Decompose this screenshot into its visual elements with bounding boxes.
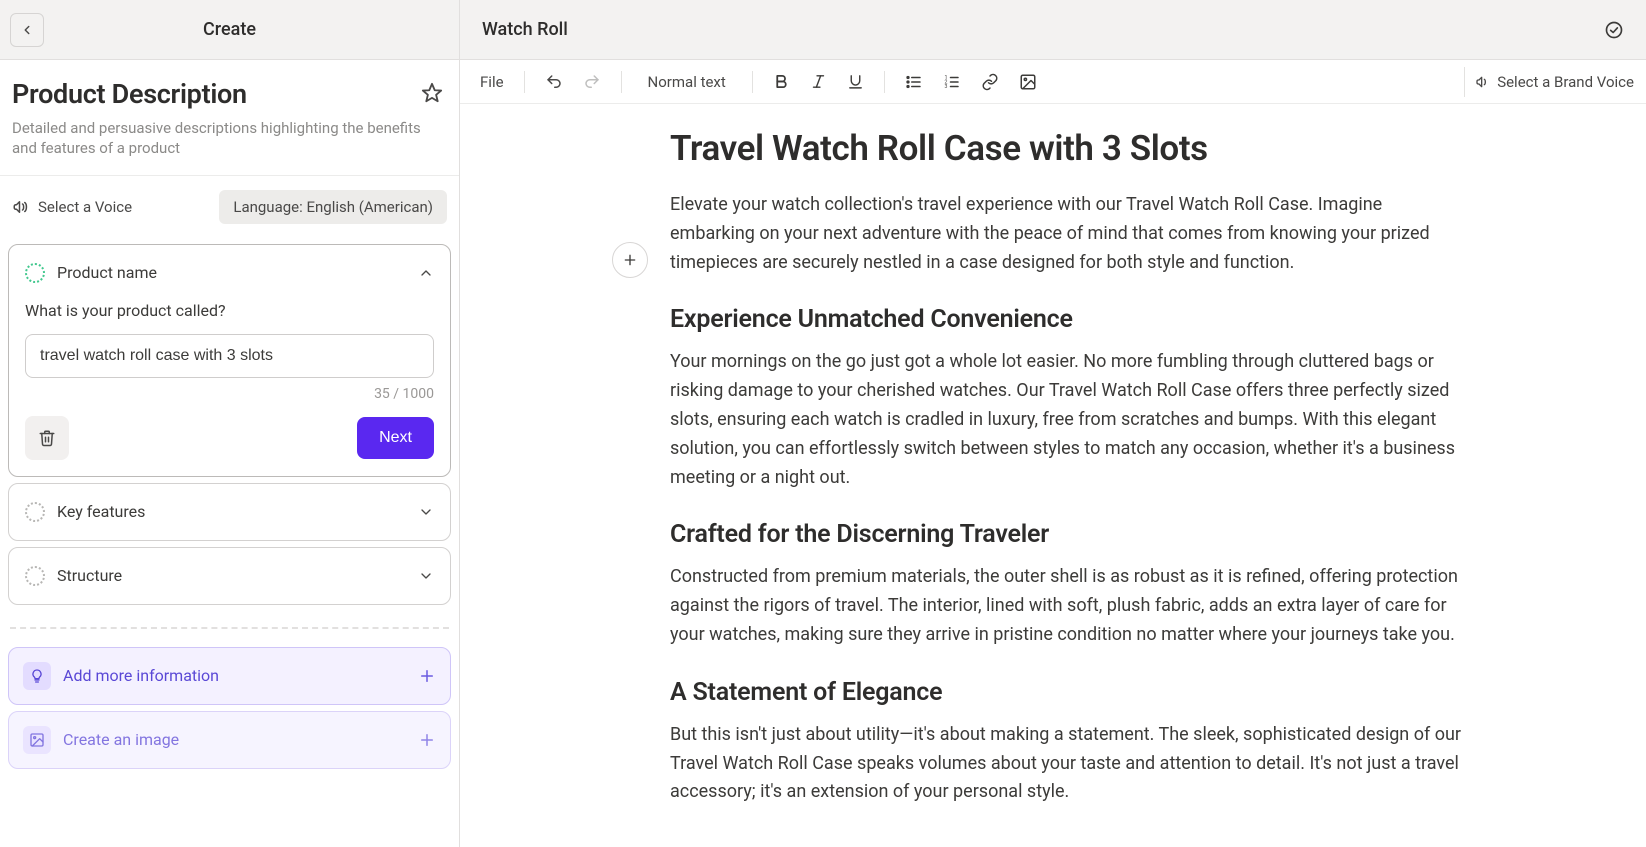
brand-voice-button[interactable]: Select a Brand Voice — [1464, 67, 1634, 97]
chevron-down-icon — [418, 504, 434, 520]
image-button[interactable] — [1011, 67, 1045, 97]
doc-paragraph[interactable]: But this isn't just about utility—it's a… — [670, 721, 1470, 807]
doc-paragraph[interactable]: Your mornings on the go just got a whole… — [670, 348, 1470, 492]
brand-voice-label: Select a Brand Voice — [1497, 73, 1634, 91]
doc-paragraph[interactable]: Elevate your watch collection's travel e… — [670, 191, 1470, 277]
numbered-list-icon: 123 — [943, 73, 961, 91]
product-name-input[interactable] — [25, 334, 434, 378]
add-more-info-button[interactable]: Add more information — [8, 647, 451, 705]
chevron-up-icon — [418, 265, 434, 281]
plus-icon — [418, 667, 436, 685]
doc-heading-1[interactable]: Travel Watch Roll Case with 3 Slots — [670, 128, 1470, 169]
back-button[interactable] — [10, 13, 44, 47]
underline-icon — [847, 73, 864, 90]
image-icon — [29, 732, 45, 748]
progress-indicator-icon — [25, 502, 45, 522]
italic-icon — [810, 73, 827, 90]
divider — [884, 71, 885, 93]
template-subtitle: Detailed and persuasive descriptions hig… — [12, 118, 422, 159]
product-name-question: What is your product called? — [25, 301, 434, 320]
next-button[interactable]: Next — [357, 417, 434, 459]
megaphone-icon — [1475, 74, 1491, 90]
progress-indicator-icon — [25, 566, 45, 586]
create-image-button[interactable]: Create an image — [8, 711, 451, 769]
status-saved-indicator — [1604, 20, 1624, 40]
redo-icon — [583, 73, 601, 91]
progress-indicator-icon — [25, 263, 45, 283]
plus-icon — [622, 252, 638, 268]
key-features-toggle[interactable]: Key features — [9, 484, 450, 540]
bullet-list-button[interactable] — [897, 67, 931, 97]
create-image-label: Create an image — [63, 730, 179, 749]
structure-title: Structure — [57, 566, 122, 585]
document-title[interactable]: Watch Roll — [482, 19, 568, 40]
page-mode-title: Create — [44, 19, 415, 40]
undo-icon — [545, 73, 563, 91]
char-counter: 35 / 1000 — [25, 386, 434, 402]
megaphone-icon — [12, 198, 30, 216]
italic-button[interactable] — [802, 67, 835, 96]
plus-icon — [418, 731, 436, 749]
numbered-list-button[interactable]: 123 — [935, 67, 969, 97]
chevron-down-icon — [418, 568, 434, 584]
document-body[interactable]: Travel Watch Roll Case with 3 Slots Elev… — [660, 128, 1480, 807]
product-name-title: Product name — [57, 263, 157, 282]
add-more-info-label: Add more information — [63, 666, 219, 685]
bullet-list-icon — [905, 73, 923, 91]
doc-heading-2[interactable]: Crafted for the Discerning Traveler — [670, 520, 1470, 549]
product-name-toggle[interactable]: Product name — [9, 245, 450, 301]
divider — [621, 71, 622, 93]
insert-block-button[interactable] — [612, 242, 648, 278]
key-features-title: Key features — [57, 502, 145, 521]
divider — [752, 71, 753, 93]
link-icon — [981, 73, 999, 91]
trash-icon — [38, 429, 56, 447]
select-voice-label: Select a Voice — [38, 198, 132, 216]
divider — [10, 627, 449, 629]
doc-paragraph[interactable]: Constructed from premium materials, the … — [670, 563, 1470, 649]
favorite-button[interactable] — [417, 78, 447, 108]
svg-text:3: 3 — [944, 84, 947, 90]
underline-button[interactable] — [839, 67, 872, 96]
template-title: Product Description — [12, 78, 247, 110]
lightbulb-icon — [29, 668, 45, 684]
undo-button[interactable] — [537, 67, 571, 97]
bold-icon — [773, 73, 790, 90]
language-selector[interactable]: Language: English (American) — [219, 190, 447, 224]
divider — [524, 71, 525, 93]
file-menu[interactable]: File — [472, 67, 512, 97]
link-button[interactable] — [973, 67, 1007, 97]
text-style-select[interactable]: Normal text — [634, 67, 740, 97]
redo-button[interactable] — [575, 67, 609, 97]
select-voice-button[interactable]: Select a Voice — [12, 198, 132, 216]
structure-toggle[interactable]: Structure — [9, 548, 450, 604]
delete-input-button[interactable] — [25, 416, 69, 460]
doc-heading-2[interactable]: Experience Unmatched Convenience — [670, 305, 1470, 334]
image-icon — [1019, 73, 1037, 91]
doc-heading-2[interactable]: A Statement of Elegance — [670, 678, 1470, 707]
bold-button[interactable] — [765, 67, 798, 96]
star-icon — [421, 82, 443, 104]
check-circle-icon — [1604, 20, 1624, 40]
chevron-left-icon — [20, 23, 34, 37]
